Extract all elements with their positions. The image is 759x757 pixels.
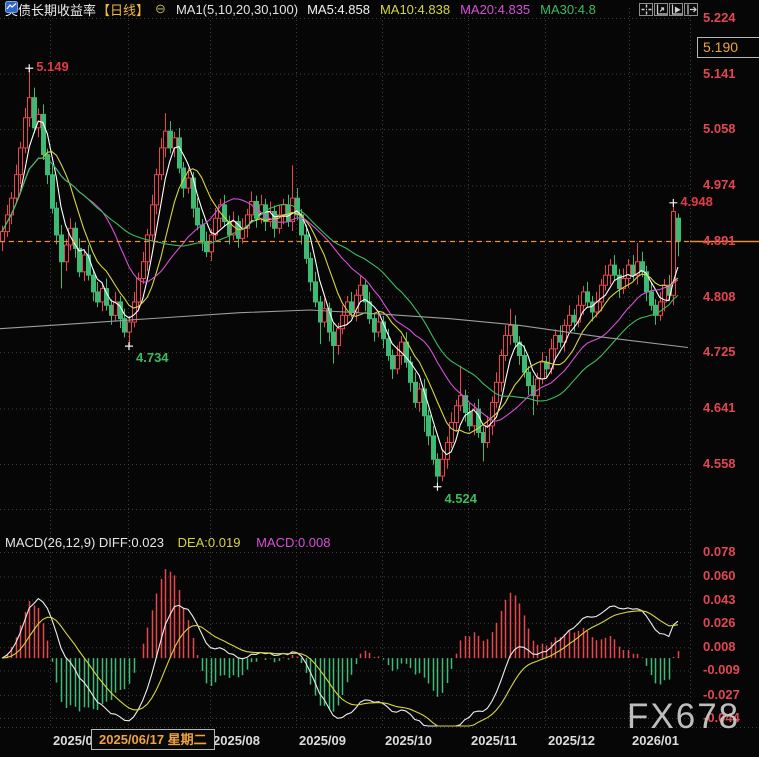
chart-toolbar xyxy=(639,3,698,16)
price-axis-label: 4.974 xyxy=(703,177,736,193)
chart-title: 美债长期收益率 xyxy=(5,2,97,18)
ma30-value: MA30:4.8 xyxy=(540,1,596,17)
macd-dea-value: DEA:0.019 xyxy=(177,535,241,550)
price-marker-label: 4.948 xyxy=(680,193,713,209)
macd-axis-label: 0.008 xyxy=(703,639,736,655)
price-axis-label: 5.141 xyxy=(703,65,736,81)
date-axis-label: 2025/12 xyxy=(548,733,595,748)
date-axis-label: 2025/10 xyxy=(385,733,432,748)
candlestick-chart-canvas[interactable] xyxy=(0,0,759,757)
period-tag: 【日线】 xyxy=(97,2,150,18)
date-axis-label: 2025/09 xyxy=(299,733,346,748)
axis-play-icon[interactable] xyxy=(669,3,683,16)
ma20-value: MA20:4.835 xyxy=(460,1,531,17)
price-axis-label: 4.725 xyxy=(703,344,736,360)
axis-zoom-icon[interactable] xyxy=(654,3,668,16)
crosshair-price-label: 5.190 xyxy=(697,37,759,58)
chart-header: 美债长期收益率 【日线】 ⊖ MA1(5,10,20,30,100) MA5:4.… xyxy=(5,1,596,18)
minus-circle-icon[interactable]: ⊖ xyxy=(155,1,166,17)
macd-header: MACD(26,12,9) DIFF:0.023 DEA:0.019 MACD:… xyxy=(5,535,331,550)
price-axis-label: 4.641 xyxy=(703,400,736,416)
macd-axis-label: 0.078 xyxy=(703,544,736,559)
macd-dea-line xyxy=(1,610,679,727)
ma5-line xyxy=(1,120,679,456)
extreme-cross-marker xyxy=(669,198,678,207)
macd-macd-value: MACD:0.008 xyxy=(256,535,331,550)
price-axis-label: 5.224 xyxy=(703,10,736,25)
extreme-cross-marker xyxy=(125,342,134,351)
crosshair-move-icon[interactable] xyxy=(639,3,653,16)
price-marker-label: 4.734 xyxy=(136,350,169,366)
macd-diff-line xyxy=(1,597,679,727)
chart-window: 美债长期收益率 【日线】 ⊖ MA1(5,10,20,30,100) MA5:4.… xyxy=(0,0,759,757)
macd-axis-label: 0.026 xyxy=(703,614,736,630)
macd-params-diff: MACD(26,12,9) DIFF:0.023 xyxy=(5,535,164,550)
price-marker-label: 5.149 xyxy=(36,59,69,75)
price-axis-label: 4.891 xyxy=(703,233,736,248)
price-axis-label: 4.558 xyxy=(703,456,736,471)
ma-settings-label: MA1(5,10,20,30,100) xyxy=(175,1,299,17)
crosshair-date-label: 2025/06/17 星期二 xyxy=(91,729,215,750)
date-axis-label: 2025/08 xyxy=(213,733,260,748)
date-axis-label: 2025/11 xyxy=(471,733,518,748)
macd-axis-label: 0.060 xyxy=(703,568,736,584)
price-axis-label: 5.058 xyxy=(703,121,736,137)
fx678-watermark: FX678 xyxy=(627,697,741,736)
axis-shift-icon[interactable] xyxy=(684,3,698,16)
price-marker-label: 4.524 xyxy=(444,490,477,506)
ma5-value: MA5:4.858 xyxy=(307,1,370,17)
extreme-cross-marker xyxy=(433,482,442,491)
price-axis-label: 4.808 xyxy=(703,288,736,304)
macd-axis-label: -0.009 xyxy=(703,662,740,678)
macd-axis-label: 0.043 xyxy=(703,591,736,607)
ma10-value: MA10:4.838 xyxy=(379,1,451,17)
extreme-cross-marker xyxy=(25,64,34,73)
ma30-line xyxy=(1,157,679,402)
